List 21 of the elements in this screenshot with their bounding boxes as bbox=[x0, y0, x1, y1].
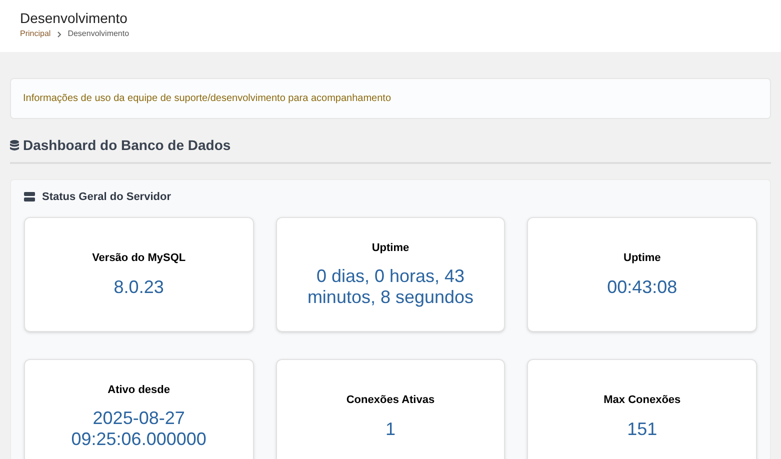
panel-title: Status Geral do Servidor bbox=[42, 190, 171, 205]
server-icon bbox=[24, 192, 35, 202]
page-title: Desenvolvimento bbox=[20, 9, 128, 27]
stat-value: 8.0.23 bbox=[114, 276, 164, 298]
chevron-icon bbox=[56, 30, 62, 38]
stat-label: Uptime bbox=[624, 251, 661, 266]
stat-value: 151 bbox=[627, 418, 658, 440]
stat-label: Versão do MySQL bbox=[92, 251, 186, 266]
breadcrumb-current: Desenvolvimento bbox=[68, 28, 130, 40]
stat-value: 0 dias, 0 horas, 43 minutos, 8 segundos bbox=[306, 266, 475, 308]
stat-label: Uptime bbox=[372, 240, 410, 256]
stat-value: 00:43:08 bbox=[607, 276, 678, 298]
section-title: Dashboard do Banco de Dados bbox=[23, 136, 231, 155]
stat-label: Ativo desde bbox=[108, 382, 170, 398]
stat-label: Conexões Ativas bbox=[346, 393, 435, 408]
breadcrumb-link[interactable]: Principal bbox=[20, 28, 51, 40]
stat-value: 2025-08-27 09:25:06.000000 bbox=[70, 408, 208, 450]
info-box: Informações de uso da equipe de suporte/desenvolvimento para acompanhamento bbox=[10, 78, 771, 119]
database-icon bbox=[10, 140, 19, 151]
stat-value: 1 bbox=[385, 418, 396, 440]
stat-label: Max Conexões bbox=[604, 393, 681, 408]
